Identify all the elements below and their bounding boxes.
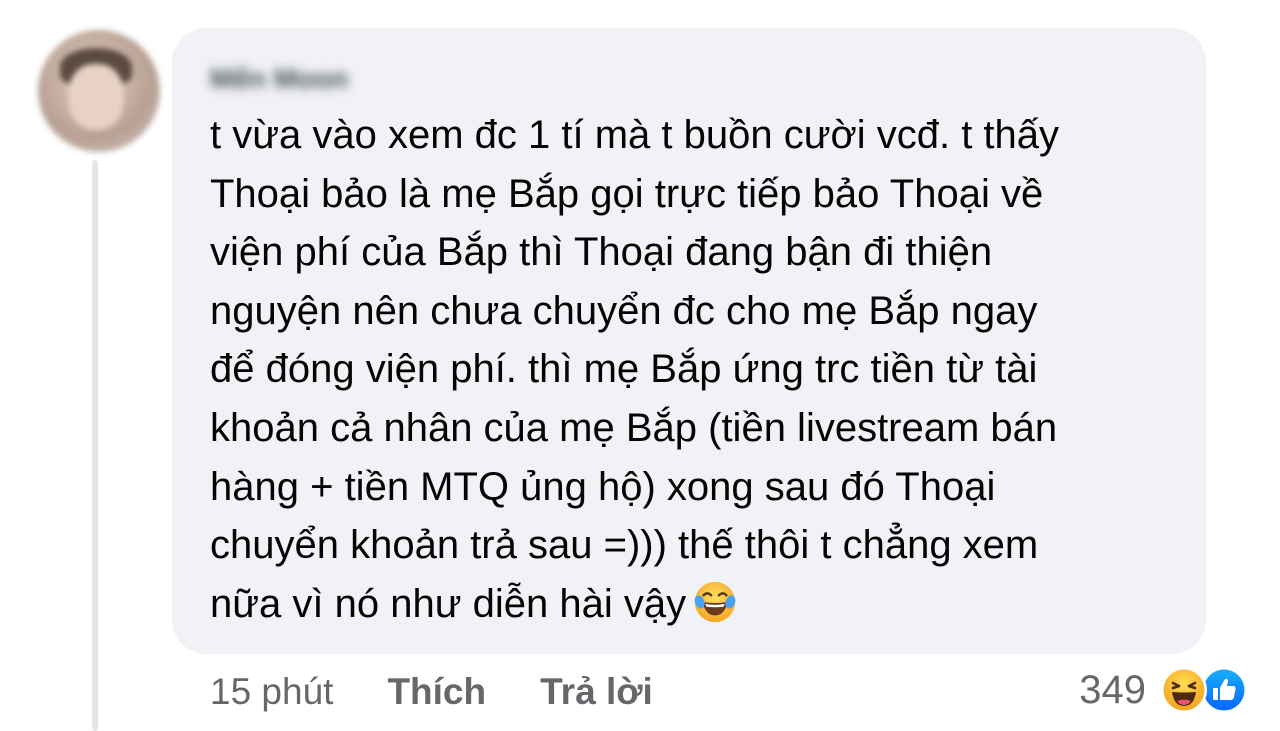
timestamp[interactable]: 15 phút [210, 671, 333, 713]
reaction-count[interactable]: 349 [1079, 668, 1146, 713]
comment-actions: 15 phút Thích Trả lời [210, 668, 653, 716]
author-name[interactable]: Mến Moon [210, 60, 1168, 98]
reaction-icons[interactable] [1160, 664, 1256, 716]
comment-text: t vừa vào xem đc 1 tí mà t buồn cười vcđ… [210, 113, 1060, 626]
comment-body: t vừa vào xem đc 1 tí mà t buồn cười vcđ… [210, 106, 1190, 633]
like-button[interactable]: Thích [387, 671, 486, 713]
avatar[interactable] [38, 30, 160, 152]
reply-button[interactable]: Trả lời [540, 671, 653, 713]
reaction-summary[interactable]: 349 [1079, 662, 1256, 718]
comment-bubble: Mến Moon t vừa vào xem đc 1 tí mà t buồn… [172, 28, 1206, 654]
haha-reaction-icon [1161, 667, 1207, 713]
laughing-tears-emoji-icon [694, 581, 736, 622]
reply-thread-line [92, 160, 98, 731]
avatar-face [68, 64, 124, 130]
